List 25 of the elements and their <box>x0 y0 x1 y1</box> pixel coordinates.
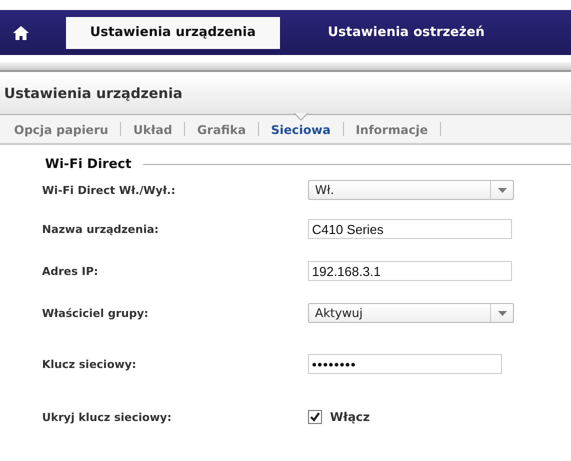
caret-icon <box>498 188 506 192</box>
field-label: Wi-Fi Direct Wł./Wył.: <box>42 184 176 196</box>
page-title: Ustawienia urządzenia <box>4 86 182 102</box>
caret-icon <box>498 310 506 316</box>
home-icon[interactable] <box>12 24 30 40</box>
sub-tab[interactable]: Informacje <box>344 121 440 139</box>
sub-tab[interactable]: Układ <box>121 121 184 139</box>
sub-tab[interactable]: Grafika <box>185 121 258 139</box>
input-field[interactable]: 192.168.3.1 <box>308 261 512 281</box>
section-title: Wi-Fi Direct <box>45 157 132 172</box>
nav-tab[interactable]: Ustawienia urządzenia <box>66 16 280 48</box>
field-label: Adres IP: <box>42 264 100 278</box>
nav-tab[interactable]: Ustawienia ostrzeżeń <box>280 16 533 48</box>
sub-tab[interactable]: Opcja papieru <box>2 121 120 139</box>
field-label: Ukryj klucz sieciowy: <box>42 410 172 424</box>
checkbox[interactable] <box>308 410 322 424</box>
field-label: Nazwa urządzenia: <box>42 222 160 236</box>
field-label: Klucz sieciowy: <box>42 358 138 370</box>
dropdown[interactable]: Aktywuj <box>308 303 514 323</box>
sub-tab[interactable]: Sieciowa <box>259 121 343 139</box>
field-label: Właściciel grupy: <box>42 306 150 320</box>
checkbox-label: Włącz <box>330 410 370 424</box>
dropdown[interactable]: Wł. <box>308 180 514 200</box>
password-field[interactable]: •••••••• <box>308 354 502 374</box>
input-field[interactable]: C410 Series <box>308 219 512 239</box>
